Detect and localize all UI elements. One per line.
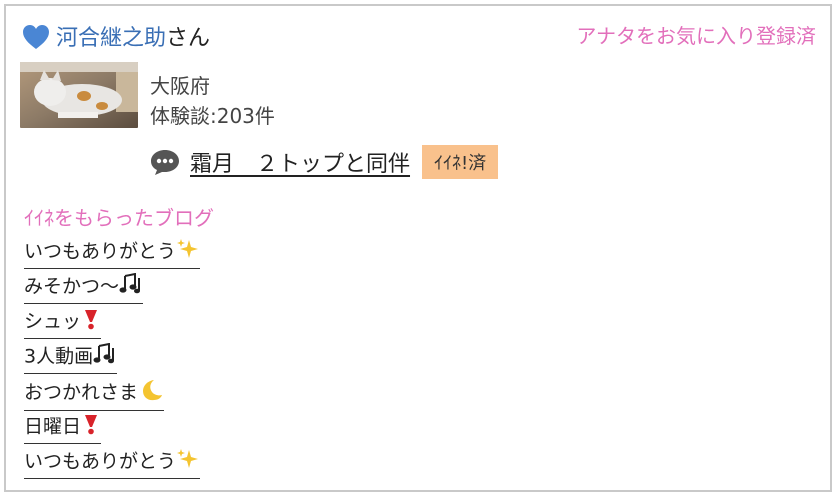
moon-icon xyxy=(138,378,164,408)
exclamation-icon xyxy=(81,413,101,441)
member-card: 河合継之助さん アナタをお気に入り登録済 大阪府 体験談:203件 霜月 ２トッ… xyxy=(4,4,832,492)
username-suffix: さん xyxy=(166,26,211,51)
location: 大阪府 xyxy=(150,74,210,98)
blog-link[interactable]: いつもありがとう xyxy=(24,238,201,269)
blog-link-text: おつかれさま xyxy=(24,381,139,404)
exclamation-icon xyxy=(81,308,101,336)
list-item: 3人動画 xyxy=(24,342,200,378)
liked-blog-list: いつもありがとう みそかつ〜 シュッ 3人動画 おつかれさま 日曜日 いつもあり… xyxy=(24,238,201,483)
latest-post-title[interactable]: 霜月 ２トップと同伴 xyxy=(190,146,410,178)
blog-link[interactable]: 日曜日 xyxy=(24,413,102,444)
blog-link-text: 3人動画 xyxy=(24,345,94,368)
blog-link-text: いつもありがとう xyxy=(24,240,177,263)
blog-link-text: シュッ xyxy=(24,310,82,333)
username[interactable]: 河合継之助さん xyxy=(56,20,210,52)
iine-badge: ｲｲﾈ!済 xyxy=(422,145,499,179)
favorite-status: アナタをお気に入り登録済 xyxy=(576,24,816,48)
card-header: 河合継之助さん アナタをお気に入り登録済 xyxy=(22,18,816,52)
blog-link-text: 日曜日 xyxy=(24,415,82,438)
music-notes-icon xyxy=(119,272,143,301)
experience-count: 体験談:203件 xyxy=(150,104,275,128)
list-item: おつかれさま xyxy=(24,378,200,413)
blog-link[interactable]: シュッ xyxy=(24,308,102,339)
list-item: みそかつ〜 xyxy=(24,272,200,308)
latest-post: 霜月 ２トップと同伴 ｲｲﾈ!済 xyxy=(150,144,499,180)
list-item: いつもありがとう xyxy=(24,238,201,273)
sparkles-icon xyxy=(176,238,200,266)
blog-link[interactable]: みそかつ〜 xyxy=(24,272,144,304)
comment-bubble-icon xyxy=(151,150,179,175)
blog-link-text: いつもありがとう xyxy=(24,450,177,473)
list-item: いつもありがとう xyxy=(24,448,201,483)
list-item: シュッ xyxy=(24,308,200,343)
liked-blogs-title: ｲｲﾈをもらったブログ xyxy=(24,206,214,230)
blog-link[interactable]: いつもありがとう xyxy=(24,448,201,479)
sparkles-icon xyxy=(176,448,200,476)
music-notes-icon xyxy=(93,342,117,371)
heart-icon xyxy=(23,25,49,49)
list-item: 日曜日 xyxy=(24,413,200,448)
blog-link-text: みそかつ〜 xyxy=(24,275,120,298)
avatar[interactable] xyxy=(20,62,138,128)
username-name[interactable]: 河合継之助 xyxy=(56,26,166,51)
blog-link[interactable]: 3人動画 xyxy=(24,342,118,374)
blog-link[interactable]: おつかれさま xyxy=(24,378,165,411)
